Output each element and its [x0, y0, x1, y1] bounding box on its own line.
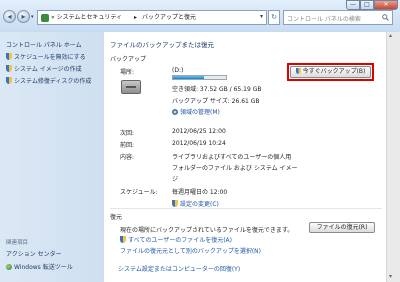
schedule-label: スケジュール:: [120, 189, 158, 196]
address-bar[interactable]: « システムとセキュリティ ▸ バックアップと復元 ▾: [37, 10, 267, 25]
forward-button[interactable]: ▸: [17, 10, 30, 23]
address-dropdown-icon[interactable]: ▾: [260, 13, 263, 20]
control-panel-icon: [41, 14, 49, 22]
shield-icon: [6, 77, 12, 84]
main-panel: ファイルのバックアップまたは復元 バックアップ 場所: (D:) 空き領域: 3…: [104, 32, 386, 282]
highlight-box: [287, 63, 374, 81]
vertical-scrollbar[interactable]: ▴ ▾: [386, 32, 400, 282]
shield-icon: [6, 53, 12, 60]
manage-space-icon: [172, 109, 178, 115]
sidebar-item-create-repair-disc[interactable]: システム修復ディスクの作成: [6, 77, 91, 86]
see-also-heading: 関連項目: [6, 240, 29, 246]
transfer-icon: [6, 264, 12, 270]
recover-system-link[interactable]: システム設定またはコンピューターの回復(Y): [118, 264, 240, 273]
sidebar-item-action-center[interactable]: アクション センター: [6, 249, 62, 258]
breadcrumb-separator[interactable]: ▸: [134, 13, 137, 22]
restore-all-users-link[interactable]: すべてのユーザーのファイルを復元(A): [120, 235, 232, 244]
search-input[interactable]: コントロール パネルの検索: [283, 10, 393, 25]
contents-value-line-2: フォルダーのファイル および システム イメー: [172, 165, 298, 172]
next-backup-label: 次回:: [120, 130, 135, 137]
contents-label: 内容:: [120, 154, 135, 161]
location-value: (D:): [172, 67, 184, 74]
schedule-value: 毎週月曜日の 12:00: [172, 189, 228, 196]
restore-section-title: 復元: [110, 214, 123, 221]
disk-usage-bar: [172, 75, 227, 80]
sidebar-item-disable-schedule[interactable]: スケジュールを無効にする: [6, 53, 86, 62]
sidebar-item-create-system-image[interactable]: システム イメージの作成: [6, 65, 82, 74]
restore-description: 現在の場所にバックアップされているファイルを復元できます。: [120, 227, 294, 234]
free-space: 空き領域: 37.52 GB / 65.19 GB: [172, 86, 262, 93]
contents-value-line-1: ライブラリおよびすべてのユーザーの個人用: [172, 154, 292, 161]
restore-files-button[interactable]: ファイルの復元(R): [309, 222, 375, 233]
window: — □ ✕ ◂ ▸ ▾ « システムとセキュリティ ▸ バックアップと復元 ▾ …: [0, 0, 400, 282]
minimize-button[interactable]: —: [346, 0, 360, 10]
next-backup-value: 2012/06/25 12:00: [172, 128, 226, 135]
refresh-button[interactable]: ↻: [268, 10, 280, 25]
title-bar: — □ ✕ ◂ ▸ ▾ « システムとセキュリティ ▸ バックアップと復元 ▾ …: [0, 0, 400, 32]
disk-usage-fill: [173, 76, 204, 79]
sidebar: コントロール パネル ホーム スケジュールを無効にする システム イメージの作成…: [0, 32, 104, 282]
shield-icon: [120, 236, 126, 243]
drive-icon: [121, 80, 141, 94]
shield-icon: [6, 65, 12, 72]
breadcrumb-system-security[interactable]: « システムとセキュリティ: [51, 13, 122, 22]
backup-size: バックアップ サイズ: 26.61 GB: [172, 98, 260, 105]
last-backup-label: 前回:: [120, 142, 135, 149]
change-settings-link[interactable]: 設定の変更(C): [172, 199, 219, 208]
section-divider: [110, 208, 382, 209]
contents-value-line-3: ジ: [172, 176, 179, 183]
back-button[interactable]: ◂: [3, 10, 16, 23]
manage-space-link[interactable]: 領域の管理(M): [172, 107, 220, 116]
control-panel-home-link[interactable]: コントロール パネル ホーム: [6, 40, 82, 49]
scroll-down-icon[interactable]: ▾: [389, 273, 392, 280]
backup-section-title: バックアップ: [110, 56, 147, 63]
choose-other-backup-link[interactable]: ファイルの復元元として別のバックアップを選択(N): [120, 246, 261, 255]
location-label: 場所:: [120, 69, 135, 76]
scroll-up-icon[interactable]: ▴: [389, 32, 392, 39]
page-title: ファイルのバックアップまたは復元: [110, 41, 214, 49]
close-button[interactable]: ✕: [374, 0, 398, 10]
sidebar-item-windows-easy-transfer[interactable]: Windows 転送ツール: [6, 262, 73, 271]
maximize-button[interactable]: □: [360, 0, 374, 10]
last-backup-value: 2012/06/19 10:24: [172, 140, 226, 147]
search-placeholder: コントロール パネルの検索: [287, 16, 361, 23]
breadcrumb-backup-restore[interactable]: バックアップと復元: [142, 13, 196, 22]
search-icon[interactable]: [382, 14, 389, 21]
shield-icon: [172, 200, 178, 207]
